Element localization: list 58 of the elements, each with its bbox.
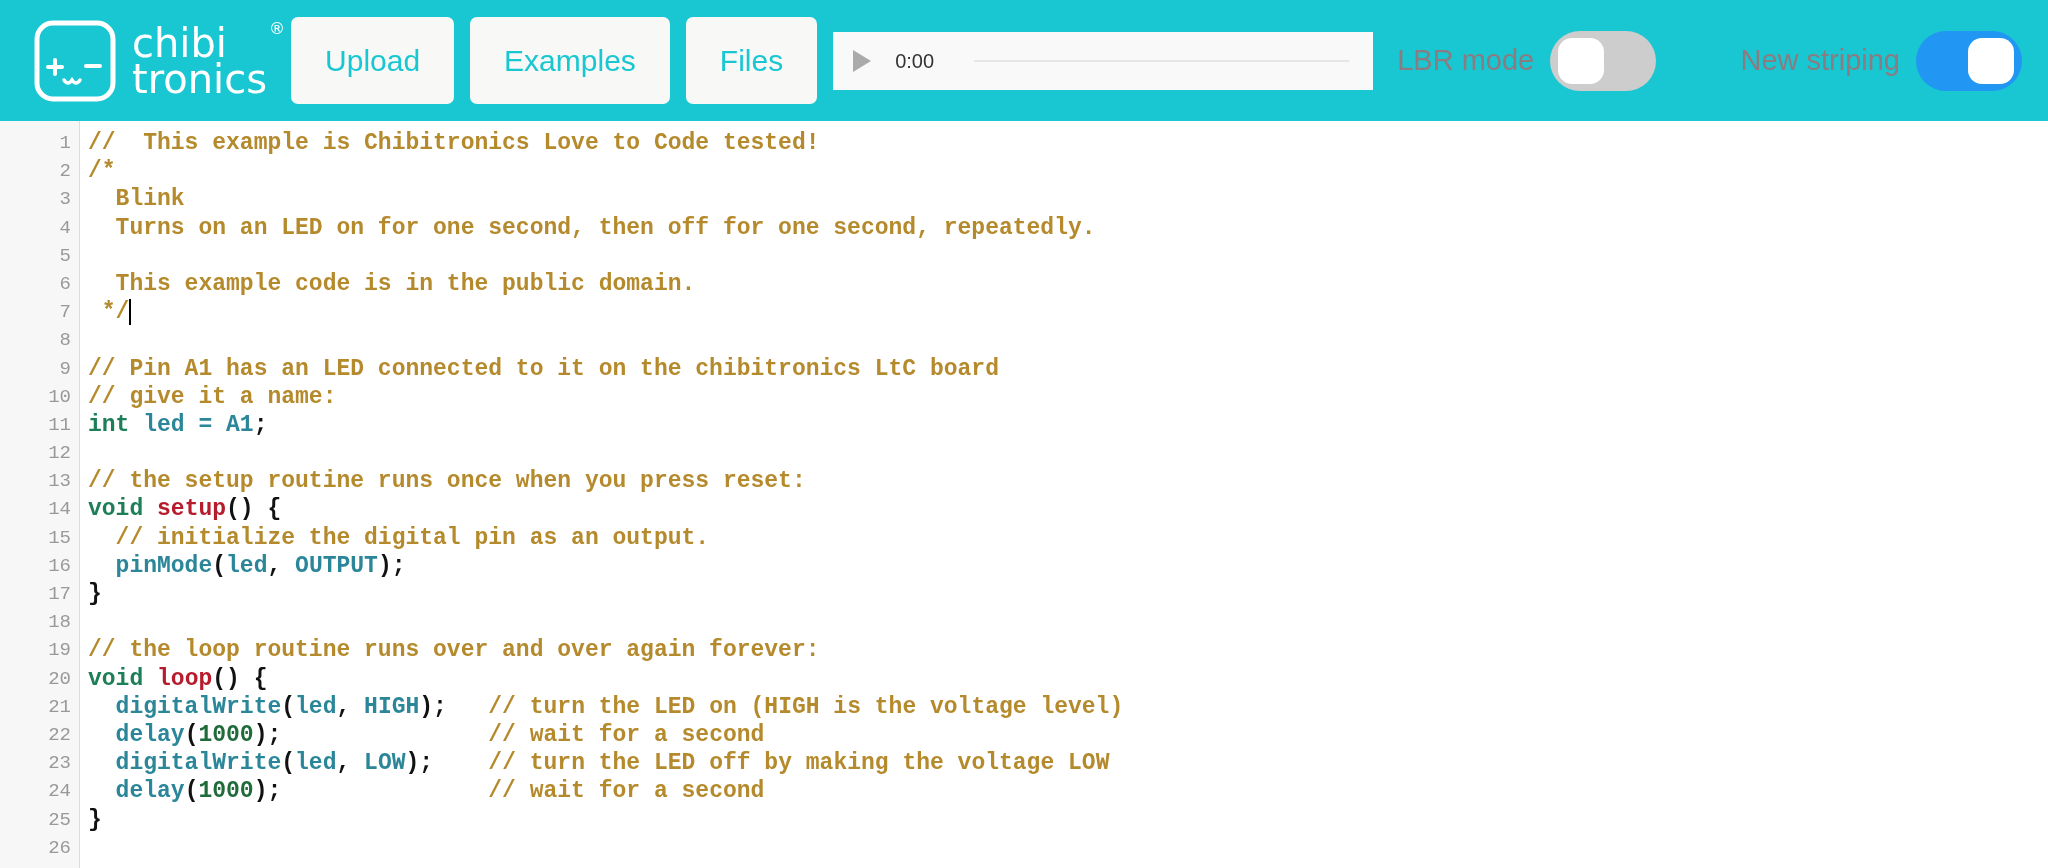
face-logo-icon	[34, 19, 116, 102]
line-number: 3	[58, 187, 72, 213]
line-number: 2	[58, 159, 72, 185]
code-line: This example code is in the public domain.	[114, 269, 696, 299]
line-number: 11	[47, 412, 72, 438]
line-number: 7	[58, 300, 72, 326]
line-number: 24	[47, 779, 72, 805]
code-line: // the setup routine runs once when you press reset:	[88, 467, 806, 496]
line-number: 13	[47, 469, 72, 495]
line-number: 5	[58, 243, 72, 269]
code-line: */	[100, 298, 132, 327]
code-line: void setup() {	[88, 495, 282, 524]
code-line: // the loop routine runs over and over again forever:	[88, 636, 820, 665]
line-number: 8	[58, 328, 72, 354]
line-number: 15	[47, 525, 72, 551]
line-number: 19	[47, 638, 72, 664]
code-line: // initialize the digital pin as an output.	[114, 523, 710, 552]
line-number: 25	[47, 807, 72, 833]
code-line: }	[88, 580, 102, 609]
code-line: delay(1000); // wait for a second	[114, 777, 765, 806]
code-line: digitalWrite(led, HIGH); // turn the LED on (HIGH is the voltage level)	[114, 692, 1124, 721]
line-number: 22	[47, 722, 72, 748]
logo-text: chibi	[132, 24, 227, 61]
line-number: 20	[47, 666, 72, 692]
code-line: digitalWrite(led, LOW); // turn the LED off by making the voltage LOW	[114, 749, 1110, 778]
line-number: 18	[47, 610, 72, 636]
toggle-label: New striping	[1740, 42, 1900, 78]
line-number: 10	[47, 384, 72, 410]
line-number: 14	[47, 497, 72, 523]
code-line: int led = A1;	[88, 410, 268, 440]
line-number: 4	[58, 215, 72, 241]
line-number: 17	[47, 582, 72, 607]
nav-button[interactable]: Upload	[291, 17, 455, 104]
code-line: void loop() {	[88, 664, 268, 693]
toggle-label: LBR mode	[1397, 42, 1535, 78]
line-number: 1	[58, 131, 72, 156]
code-line: // give it a name:	[88, 382, 337, 411]
code-line: Turns on an LED on for one second, then off for one second, repeatedly.	[114, 213, 1096, 242]
logo-text: tronics	[132, 60, 268, 97]
code-line: // Pin A1 has an LED connected to it on the chibitronics LtC board	[88, 354, 999, 383]
line-number: 6	[58, 271, 72, 297]
time-display: 0:00	[895, 48, 935, 74]
line-number: 12	[47, 441, 72, 467]
line-number: 26	[47, 835, 72, 861]
code-line: }	[88, 805, 102, 834]
nav-button[interactable]: Examples	[470, 17, 670, 104]
code-line: delay(1000); // wait for a second	[114, 720, 765, 750]
line-number: 21	[47, 694, 72, 720]
code-line: Blink	[114, 185, 185, 214]
code-line: /*	[88, 157, 116, 186]
play-icon[interactable]	[853, 49, 872, 72]
code-line: // This example is Chibitronics Love to Code tested!	[88, 129, 820, 158]
line-number: 9	[58, 356, 72, 382]
code-line: pinMode(led, OUTPUT);	[114, 551, 406, 580]
nav-button[interactable]: Files	[685, 17, 818, 104]
line-number: 23	[47, 751, 72, 777]
line-number: 16	[47, 553, 72, 579]
registered-mark: ®	[269, 17, 286, 40]
